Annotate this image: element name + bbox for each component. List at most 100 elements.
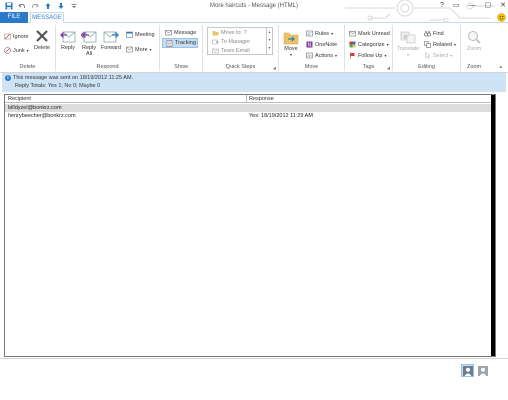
show-group: Message Tracking Show xyxy=(160,25,203,71)
quick-step-move-to[interactable]: Move to: ? xyxy=(211,29,247,36)
chevron-down-icon: ▾ xyxy=(406,52,409,57)
show-message-button[interactable]: Message xyxy=(164,29,196,36)
categorize-button[interactable]: Categorize ▾ xyxy=(348,41,389,48)
people-pane-icon[interactable] xyxy=(461,364,474,377)
mark-unread-button[interactable]: Mark Unread xyxy=(348,30,390,37)
quick-steps-group: Move to: ? To Manager Team Email ▴ ▾ ▾ Qui… xyxy=(203,25,279,71)
flag-icon xyxy=(348,52,356,59)
delete-group: Ignore Junk ▾ Delete Delete xyxy=(0,25,56,71)
sent-info-text: This message was sent on 18/19/2012 11:2… xyxy=(13,75,134,81)
magnifier-icon xyxy=(465,29,483,45)
categorize-icon xyxy=(348,41,356,48)
chevron-down-icon: ▾ xyxy=(149,47,152,52)
binoculars-icon xyxy=(423,30,431,37)
rules-button[interactable]: Rules ▾ xyxy=(305,30,333,37)
delete-button[interactable]: Delete xyxy=(32,28,52,51)
column-header-recipient[interactable]: Recipient xyxy=(8,96,31,102)
person-icon[interactable] xyxy=(476,364,489,377)
team-mail-icon xyxy=(211,47,219,54)
minimize-button[interactable]: — xyxy=(469,2,476,9)
chevron-down-icon: ▾ xyxy=(450,53,453,58)
window-controls: ? ▭ — ▢ ✕ xyxy=(440,1,506,10)
table-row[interactable]: henrybeecher@bonkrz.com Yes: 18/19/2012 … xyxy=(5,112,493,120)
respond-group-label: Respond xyxy=(96,64,119,70)
dialog-launcher-icon[interactable]: ◢ xyxy=(387,65,390,70)
tags-group: Mark Unread Categorize ▾ Follow Up ▾ Tag… xyxy=(345,25,393,71)
tracking-button[interactable]: Tracking xyxy=(162,38,198,48)
related-button[interactable]: Related ▾ xyxy=(423,41,456,48)
respond-group: Reply Reply All Forward Meeting More ▾ R… xyxy=(56,25,160,71)
reply-all-button[interactable]: Reply All xyxy=(79,28,99,57)
recipient-cell: billdyzel@bonkrz.com xyxy=(8,105,62,111)
find-button[interactable]: Find xyxy=(423,30,444,37)
translate-icon: a xyxy=(399,29,417,45)
maximize-button[interactable]: ▢ xyxy=(485,1,492,9)
junk-button[interactable]: Junk ▾ xyxy=(3,47,29,54)
delete-x-icon xyxy=(33,28,51,44)
move-group-label: Move xyxy=(304,64,319,70)
move-button[interactable]: Move ▾ xyxy=(281,29,301,58)
help-button[interactable]: ? xyxy=(440,2,444,9)
chevron-down-icon: ▾ xyxy=(335,53,338,58)
zoom-button[interactable]: Zoom xyxy=(463,29,485,52)
follow-up-button[interactable]: Follow Up ▾ xyxy=(348,52,386,59)
quick-steps-scroll[interactable]: ▴ ▾ ▾ xyxy=(266,28,272,54)
more-respond-button[interactable]: More ▾ xyxy=(125,46,152,53)
title-bar: More haircuts - Message (HTML) ? ▭ — ▢ ✕ xyxy=(0,0,508,23)
chevron-down-icon: ▾ xyxy=(453,42,456,47)
more-icon xyxy=(125,46,133,53)
chevron-down-icon: ▾ xyxy=(289,52,292,57)
dialog-launcher-icon[interactable]: ◢ xyxy=(273,65,276,70)
editing-group-label: Editing xyxy=(418,64,435,70)
people-pane-bar xyxy=(0,358,508,379)
translate-button[interactable]: a Translate ▾ xyxy=(395,29,421,58)
quick-steps-gallery: Move to: ? To Manager Team Email ▴ ▾ ▾ xyxy=(207,27,273,55)
smiley-feedback-icon[interactable] xyxy=(497,13,506,22)
meeting-button[interactable]: Meeting xyxy=(125,31,155,38)
onenote-button[interactable]: N OneNote xyxy=(305,41,337,48)
chevron-down-icon: ▾ xyxy=(384,53,387,58)
collapse-ribbon-icon[interactable]: ▴ xyxy=(499,64,502,70)
forward-button[interactable]: Forward xyxy=(100,28,122,51)
recipient-cell: henrybeecher@bonkrz.com xyxy=(8,113,76,119)
forward-icon xyxy=(102,28,120,44)
forward-mail-icon xyxy=(211,38,219,45)
quick-step-team-email[interactable]: Team Email xyxy=(211,47,250,54)
table-row[interactable]: billdyzel@bonkrz.com xyxy=(5,104,493,112)
tags-group-label: Tags xyxy=(362,64,375,70)
quick-steps-group-label: Quick Steps xyxy=(225,64,256,70)
envelope-icon xyxy=(348,30,356,37)
ribbon-tabs: FILE MESSAGE xyxy=(0,12,508,24)
column-divider[interactable] xyxy=(246,95,247,103)
zoom-group: Zoom Zoom xyxy=(461,25,487,71)
vertical-scrollbar[interactable] xyxy=(491,95,495,356)
ribbon: Ignore Junk ▾ Delete Delete Reply Reply … xyxy=(0,23,508,73)
message-icon xyxy=(164,29,172,36)
ignore-button[interactable]: Ignore xyxy=(3,33,29,40)
ignore-icon xyxy=(3,33,11,40)
reply-icon xyxy=(59,28,77,44)
actions-icon xyxy=(305,52,313,59)
onenote-icon: N xyxy=(305,41,313,48)
chevron-down-icon: ▾ xyxy=(386,42,389,47)
select-button[interactable]: Select ▾ xyxy=(423,52,452,59)
response-cell: Yes: 18/19/2012 11:29 AM xyxy=(249,113,313,119)
tracking-table: Recipient Response billdyzel@bonkrz.com … xyxy=(4,94,496,357)
related-icon xyxy=(423,41,431,48)
cursor-icon xyxy=(423,52,431,59)
actions-button[interactable]: Actions ▾ xyxy=(305,52,337,59)
table-header: Recipient Response xyxy=(5,95,493,103)
move-folder-icon xyxy=(282,29,300,45)
reply-button[interactable]: Reply xyxy=(58,28,78,51)
reply-all-icon xyxy=(80,28,98,44)
column-header-response[interactable]: Response xyxy=(249,96,274,102)
close-button[interactable]: ✕ xyxy=(500,1,506,9)
folder-icon xyxy=(211,29,219,36)
zoom-group-label: Zoom xyxy=(466,64,482,70)
tab-file[interactable]: FILE xyxy=(0,12,28,23)
show-group-label: Show xyxy=(174,64,188,70)
move-group: Move ▾ Rules ▾ N OneNote Actions ▾ Move xyxy=(279,25,345,71)
ribbon-display-button[interactable]: ▭ xyxy=(453,1,460,9)
quick-step-to-manager[interactable]: To Manager xyxy=(211,38,250,45)
svg-text:N: N xyxy=(307,42,311,48)
